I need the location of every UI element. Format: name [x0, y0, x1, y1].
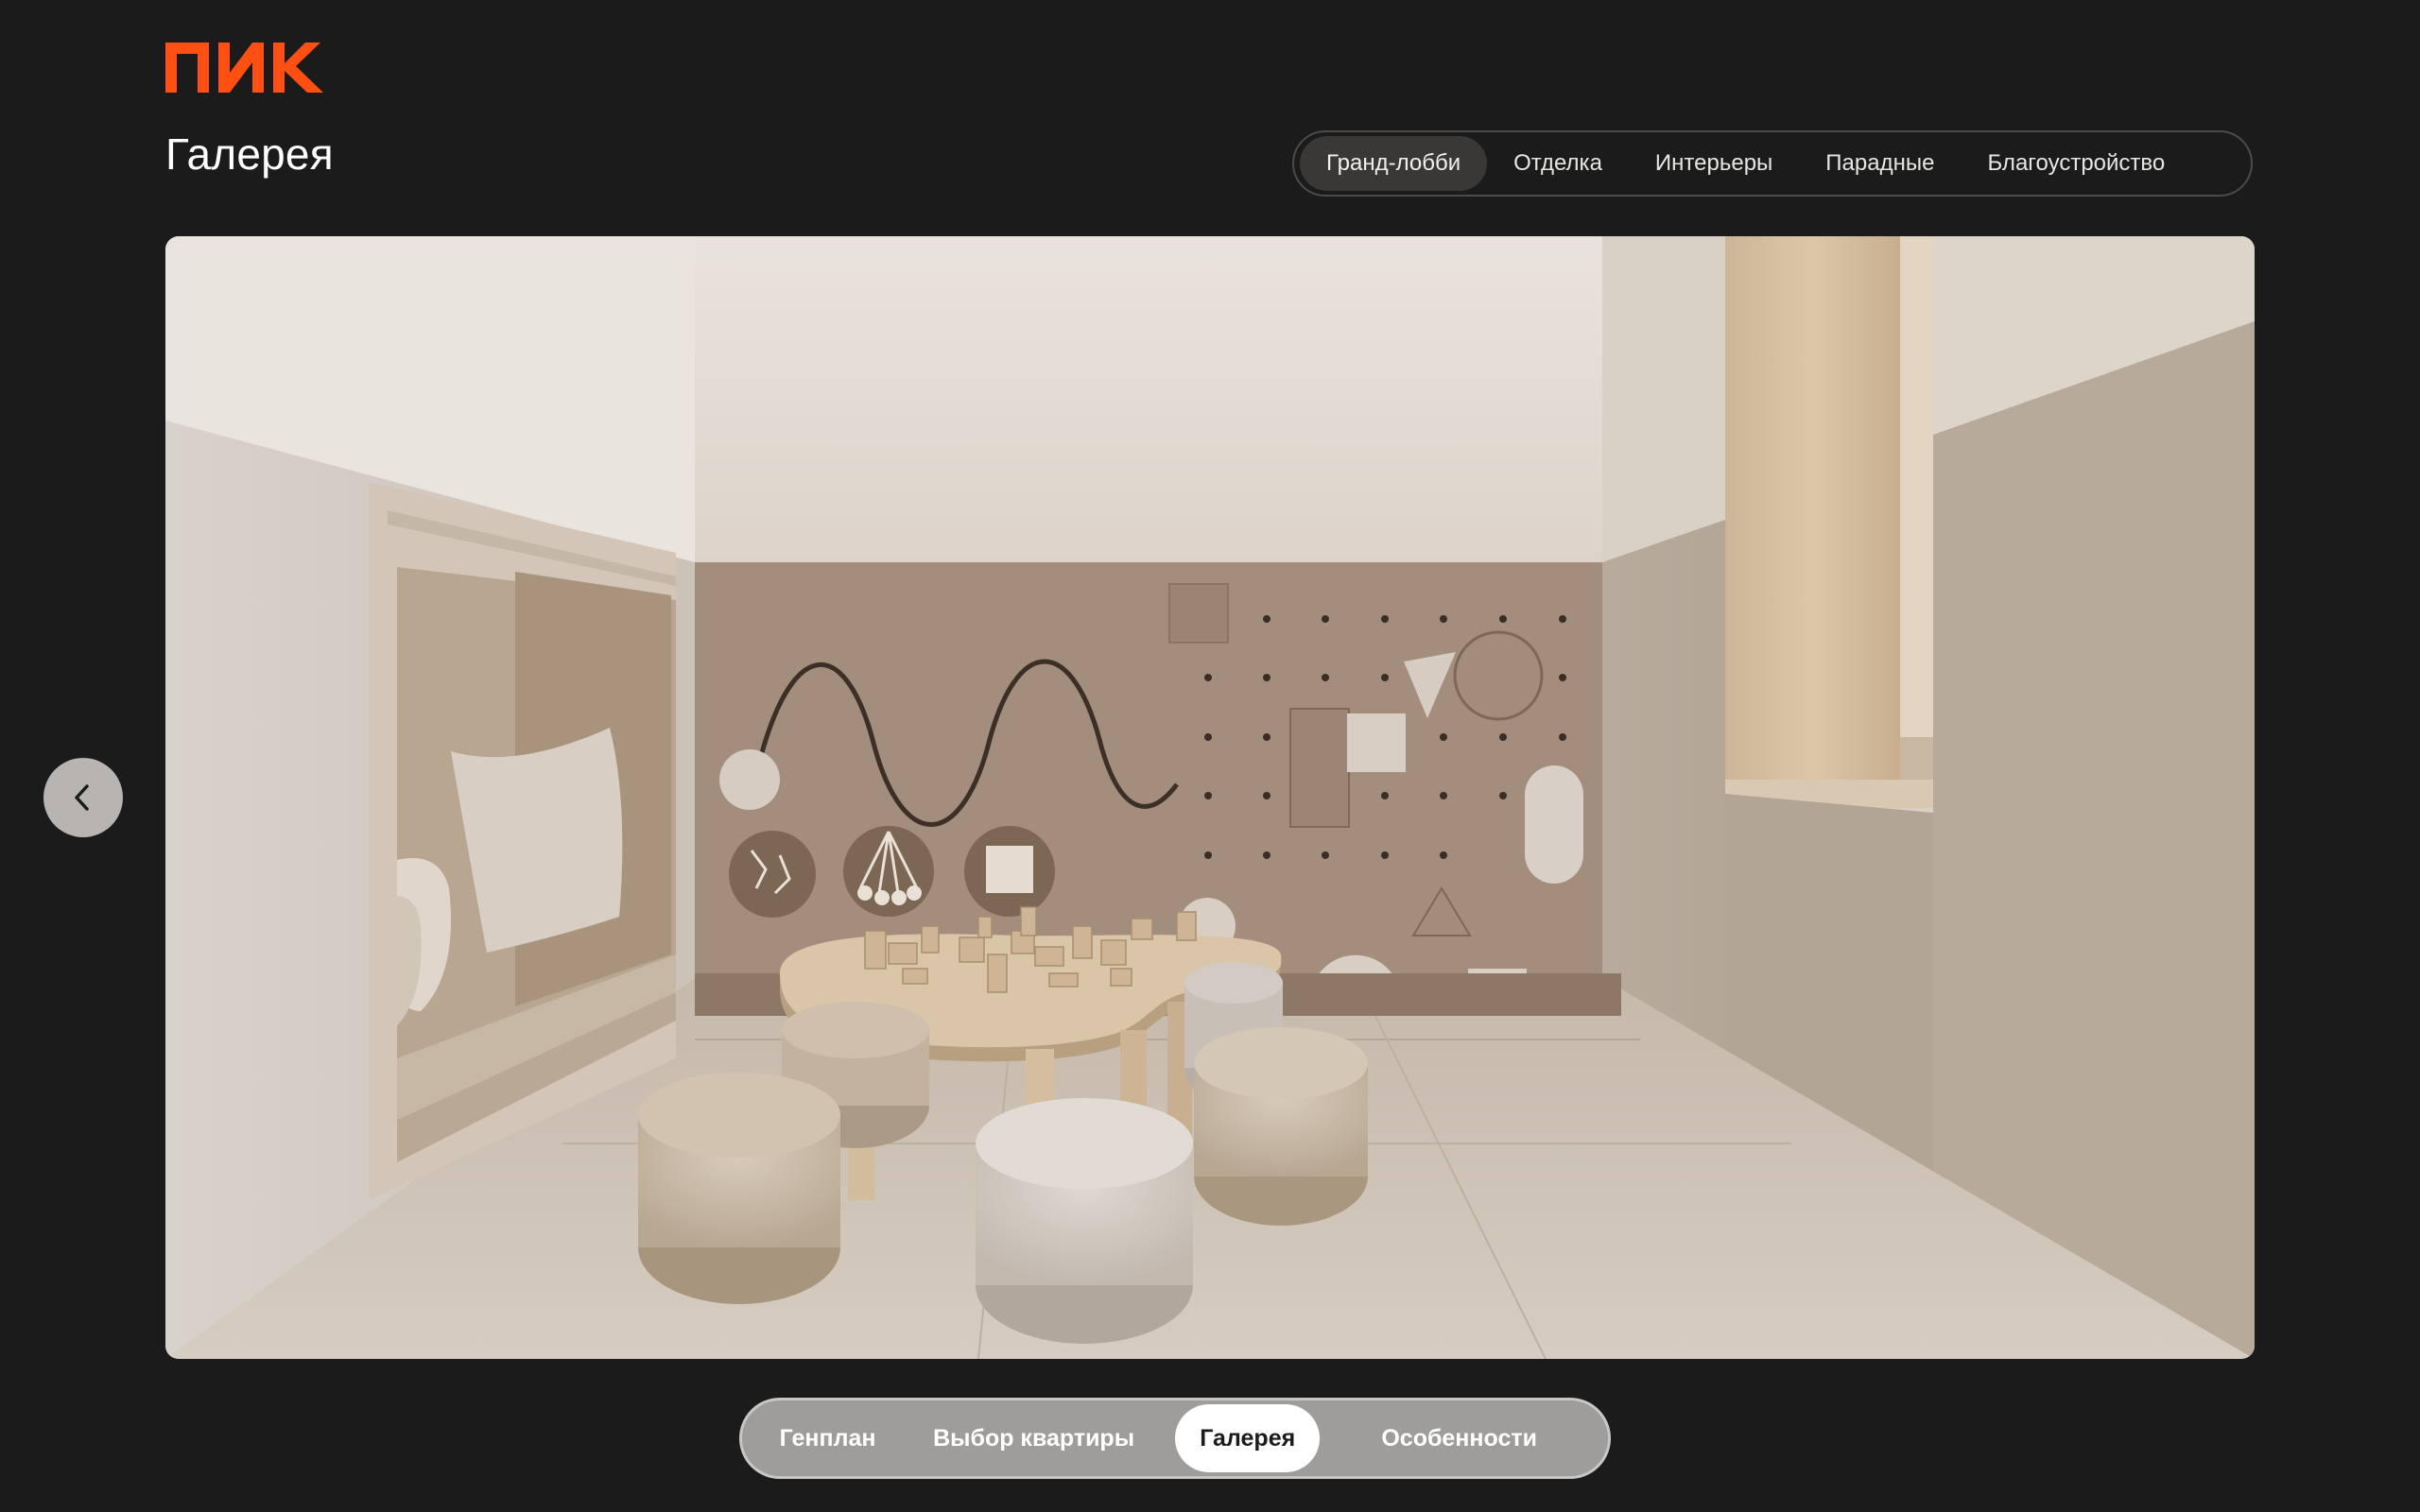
pik-logo-mark [165, 43, 323, 93]
kids-room-render [165, 236, 2255, 1359]
page-title: Галерея [165, 129, 334, 179]
nav-apartment-selection[interactable]: Выбор квартиры [904, 1404, 1164, 1472]
pik-logo[interactable] [165, 43, 331, 93]
tab-grand-lobby[interactable]: Гранд-лобби [1300, 136, 1488, 191]
tab-interiors[interactable]: Интерьеры [1629, 136, 1799, 191]
nav-gallery[interactable]: Галерея [1175, 1404, 1321, 1472]
nav-features[interactable]: Особенности [1320, 1404, 1599, 1472]
gallery-image[interactable] [165, 236, 2255, 1359]
tab-entrances[interactable]: Парадные [1799, 136, 1961, 191]
tab-landscaping[interactable]: Благоустройство [1961, 136, 2191, 191]
tab-finishing[interactable]: Отделка [1487, 136, 1629, 191]
section-navigation: Генплан Выбор квартиры Галерея Особеннос… [739, 1398, 1611, 1479]
chevron-left-icon [75, 784, 89, 811]
nav-genplan[interactable]: Генплан [752, 1404, 904, 1472]
gallery-prev-button[interactable] [43, 758, 123, 837]
gallery-category-tabs: Гранд-лобби Отделка Интерьеры Парадные Б… [1292, 130, 2253, 197]
